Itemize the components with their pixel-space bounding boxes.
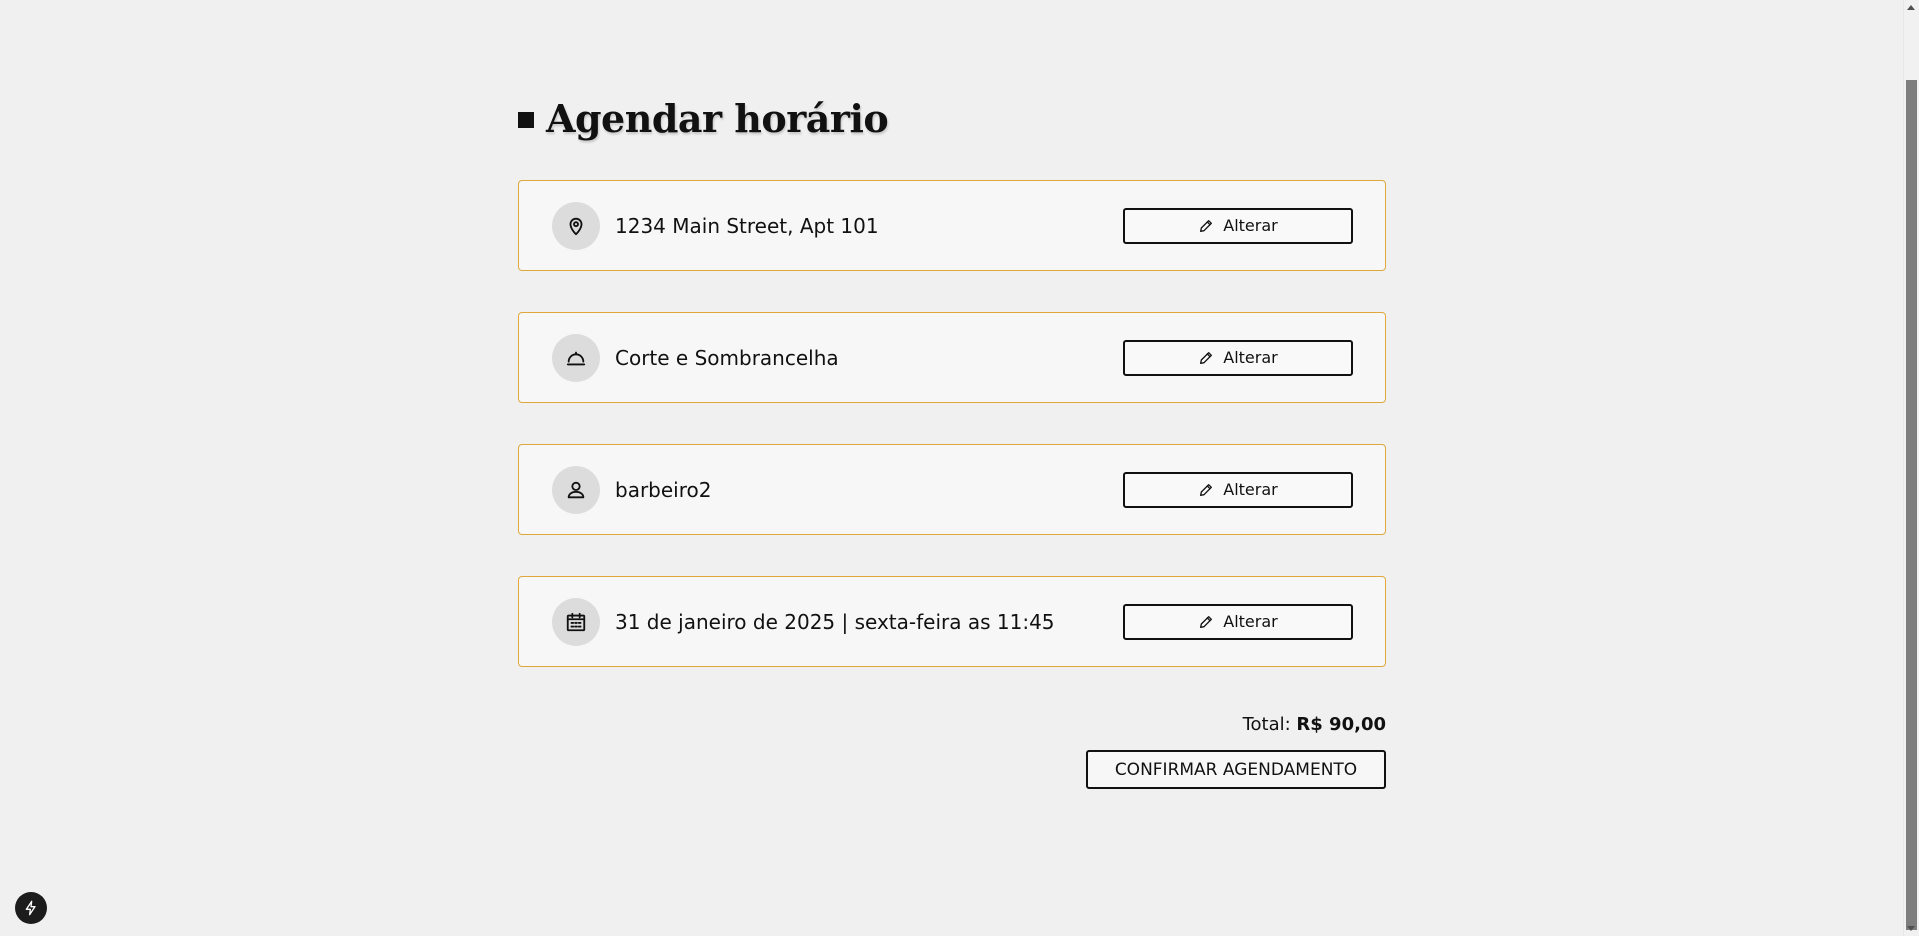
lightning-icon: [25, 900, 36, 916]
page-title-text: Agendar horário: [546, 95, 889, 141]
service-cloche-icon: [552, 333, 600, 382]
address-text: 1234 Main Street, Apt 101: [615, 213, 879, 238]
datetime-card: 31 de janeiro de 2025 | sexta-feira as 1…: [518, 576, 1386, 667]
change-service-button[interactable]: Alterar: [1123, 339, 1353, 376]
barber-card: barbeiro2 Alterar: [518, 444, 1386, 535]
pencil-icon: [1200, 483, 1213, 496]
pencil-icon: [1200, 351, 1213, 364]
scroll-down-arrow-icon[interactable]: [1907, 926, 1915, 931]
booking-summary: Total: R$ 90,00 CONFIRMAR AGENDAMENTO: [518, 714, 1386, 789]
change-datetime-label: Alterar: [1223, 612, 1278, 631]
location-pin-icon: [552, 201, 600, 250]
page: Agendar horário 1234 Main Street, Apt 10…: [0, 0, 1904, 936]
vertical-scrollbar[interactable]: [1903, 0, 1919, 936]
service-text: Corte e Sombrancelha: [615, 345, 839, 370]
scroll-up-arrow-icon[interactable]: [1907, 5, 1915, 10]
change-barber-button[interactable]: Alterar: [1123, 471, 1353, 508]
datetime-text: 31 de janeiro de 2025 | sexta-feira as 1…: [615, 609, 1055, 634]
service-card: Corte e Sombrancelha Alterar: [518, 312, 1386, 403]
total-line: Total: R$ 90,00: [518, 714, 1386, 740]
booking-content: Agendar horário 1234 Main Street, Apt 10…: [518, 92, 1386, 708]
pencil-icon: [1200, 615, 1213, 628]
total-label: Total:: [1242, 714, 1291, 735]
confirm-booking-button[interactable]: CONFIRMAR AGENDAMENTO: [1086, 750, 1386, 789]
total-value: R$ 90,00: [1296, 714, 1386, 735]
pencil-icon: [1200, 219, 1213, 232]
change-address-button[interactable]: Alterar: [1123, 207, 1353, 244]
change-datetime-button[interactable]: Alterar: [1123, 603, 1353, 640]
change-address-label: Alterar: [1223, 216, 1278, 235]
page-title: Agendar horário: [518, 92, 1386, 144]
address-card: 1234 Main Street, Apt 101 Alterar: [518, 180, 1386, 271]
scrollbar-thumb[interactable]: [1906, 80, 1917, 930]
calendar-icon: [552, 597, 600, 646]
barber-text: barbeiro2: [615, 477, 712, 502]
title-marker-icon: [518, 112, 534, 128]
change-barber-label: Alterar: [1223, 480, 1278, 499]
dev-tools-button[interactable]: [15, 892, 47, 924]
change-service-label: Alterar: [1223, 348, 1278, 367]
user-icon: [552, 465, 600, 514]
